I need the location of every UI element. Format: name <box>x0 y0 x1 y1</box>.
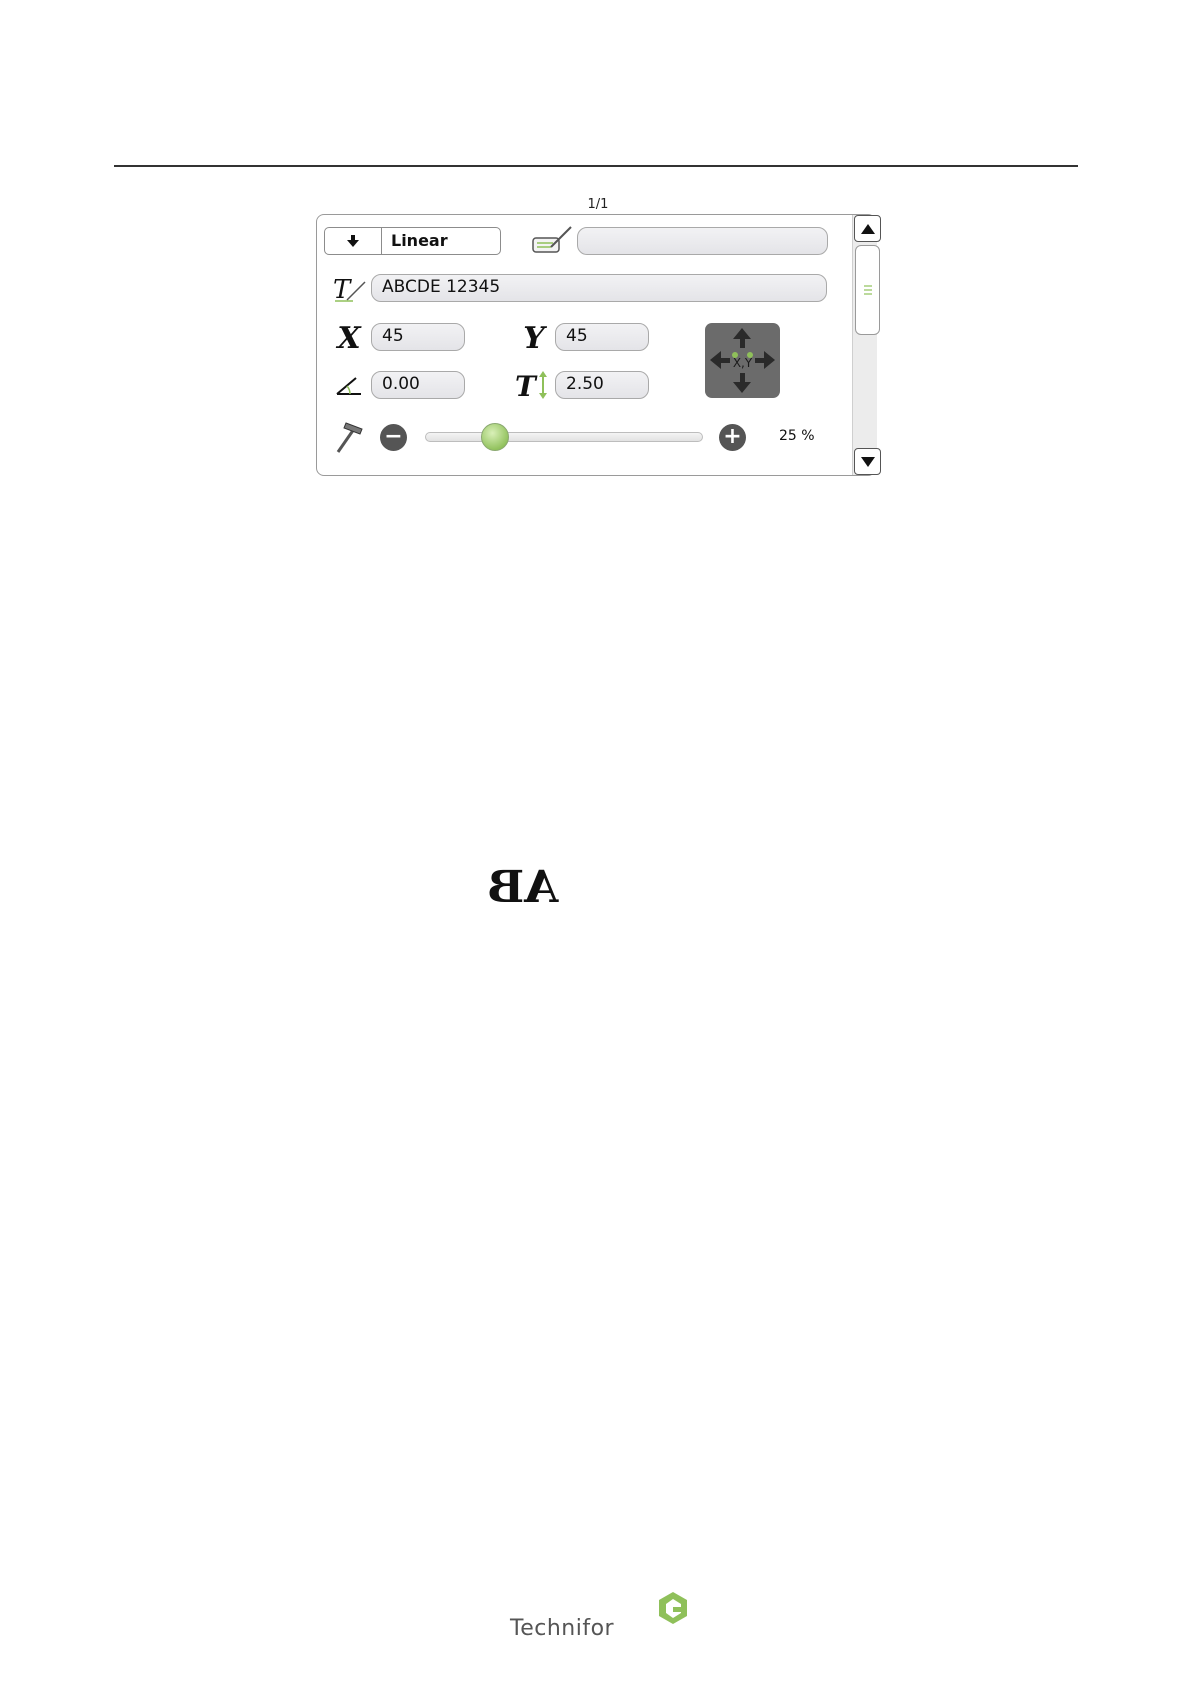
scroll-down-button[interactable] <box>854 448 881 475</box>
force-slider-track[interactable] <box>425 432 703 442</box>
force-decrease-button[interactable]: − <box>380 424 407 451</box>
angle-icon <box>331 371 367 401</box>
type-select-value: Linear <box>391 231 448 250</box>
move-arrows-icon: X,Y <box>710 328 775 393</box>
svg-text:T: T <box>515 370 538 401</box>
type-dropdown-button[interactable] <box>325 228 382 254</box>
y-field[interactable]: 45 <box>555 323 649 351</box>
scrollbar-thumb[interactable] <box>855 245 880 335</box>
x-axis-icon: X <box>337 320 361 356</box>
type-select[interactable]: Linear <box>324 227 501 255</box>
force-increase-button[interactable]: + <box>719 424 746 451</box>
force-percent-label: 25 % <box>779 428 815 444</box>
text-height-icon: T <box>513 369 553 401</box>
page-counter: 1/1 <box>587 197 609 212</box>
logo-wordmark: Technifor <box>510 1616 615 1641</box>
technifor-logo: Technifor <box>510 1590 690 1650</box>
marking-settings-panel: Linear T ABCDE 12345 X 45 Y 45 X,Y 0.00 … <box>316 214 881 476</box>
scroll-up-icon <box>860 223 875 234</box>
angle-field[interactable]: 0.00 <box>371 371 465 399</box>
header-rule <box>114 165 1078 167</box>
force-slider-knob[interactable] <box>480 423 509 451</box>
name-field[interactable] <box>577 227 828 255</box>
minus-icon: − <box>384 424 403 449</box>
svg-text:T: T <box>333 275 352 304</box>
svg-text:X,Y: X,Y <box>733 356 753 370</box>
label-edit-icon <box>530 225 576 255</box>
grip-icon <box>863 285 872 295</box>
plus-icon: + <box>723 424 742 449</box>
scroll-up-button[interactable] <box>854 215 881 242</box>
x-field[interactable]: 45 <box>371 323 465 351</box>
scroll-down-icon <box>860 456 875 467</box>
height-field[interactable]: 2.50 <box>555 371 649 399</box>
down-arrow-icon <box>347 235 359 247</box>
mirrored-marking-preview: AB <box>487 862 559 913</box>
text-style-icon: T <box>331 274 367 304</box>
y-axis-icon: Y <box>523 320 545 356</box>
text-field[interactable]: ABCDE 12345 <box>371 274 827 302</box>
position-move-pad[interactable]: X,Y <box>705 323 780 398</box>
logo-mark-icon <box>659 1592 687 1624</box>
hammer-icon <box>331 419 367 455</box>
